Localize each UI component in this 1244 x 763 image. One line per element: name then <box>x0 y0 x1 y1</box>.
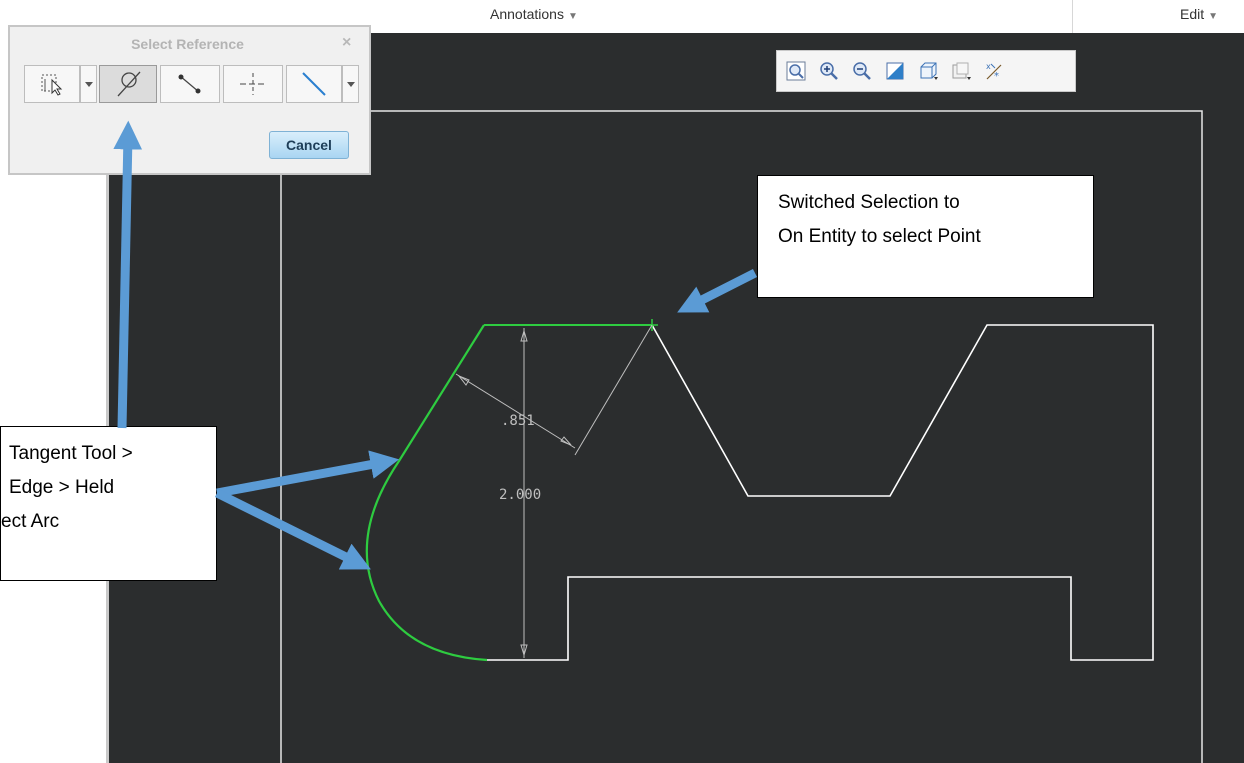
select-entity-dropdown[interactable] <box>80 65 97 103</box>
line-reference-icon <box>302 72 326 96</box>
callout-right-line: On Entity to select Point <box>778 226 981 247</box>
callout-left: Tangent Tool > Edge > Held ect Arc <box>0 426 217 581</box>
dialog-title: Select Reference <box>131 36 244 52</box>
chevron-down-icon <box>346 81 355 87</box>
view-toolbar: x * <box>776 50 1076 92</box>
display-style-icon[interactable] <box>913 56 943 86</box>
svg-text:*: * <box>994 71 999 82</box>
cancel-button[interactable]: Cancel <box>269 131 349 159</box>
callout-left-line: Tangent Tool > <box>9 443 133 464</box>
line-reference-tool[interactable] <box>286 65 342 103</box>
edit-label: Edit <box>1180 6 1205 22</box>
point-on-entity-tool[interactable] <box>160 65 220 103</box>
callout-left-line: ect Arc <box>1 511 60 532</box>
line-reference-dropdown[interactable] <box>342 65 359 103</box>
chevron-down-icon: ▼ <box>1208 11 1219 22</box>
refit-icon[interactable] <box>781 56 811 86</box>
edit-menu[interactable]: Edit ▼ <box>1180 6 1218 22</box>
sketch-display-icon[interactable]: x * <box>979 56 1009 86</box>
svg-text:x: x <box>986 62 991 71</box>
select-entity-tool[interactable] <box>24 65 80 103</box>
select-entity-icon <box>41 74 63 96</box>
dimension-offset-label[interactable]: .851 <box>501 413 535 429</box>
selected-tangent-arc[interactable] <box>365 324 488 662</box>
menu-divider <box>1072 0 1073 33</box>
repaint-icon[interactable] <box>880 56 910 86</box>
centerline-icon <box>240 73 266 95</box>
select-reference-dialog: Select Reference × Cancel <box>8 25 371 175</box>
annotations-label: Annotations <box>490 6 564 22</box>
dimension-offset[interactable] <box>455 324 653 456</box>
zoom-out-icon[interactable] <box>847 56 877 86</box>
callout-right: Switched Selection to On Entity to selec… <box>757 175 1094 298</box>
centerline-tool[interactable] <box>223 65 283 103</box>
point-on-entity-icon <box>178 74 201 94</box>
zoom-in-icon[interactable] <box>814 56 844 86</box>
callout-left-line: Edge > Held <box>9 477 115 498</box>
callout-right-line: Switched Selection to <box>778 192 960 213</box>
close-icon[interactable]: × <box>342 34 351 52</box>
dimension-height-label[interactable]: 2.000 <box>499 487 541 503</box>
chevron-down-icon <box>84 81 93 87</box>
chevron-down-icon: ▼ <box>567 11 578 22</box>
tangent-arc-icon <box>117 71 141 97</box>
tangent-arc-tool[interactable] <box>99 65 157 103</box>
sketch-profile <box>487 324 1154 661</box>
saved-views-icon[interactable] <box>946 56 976 86</box>
annotations-menu[interactable]: Annotations ▼ <box>490 6 578 22</box>
